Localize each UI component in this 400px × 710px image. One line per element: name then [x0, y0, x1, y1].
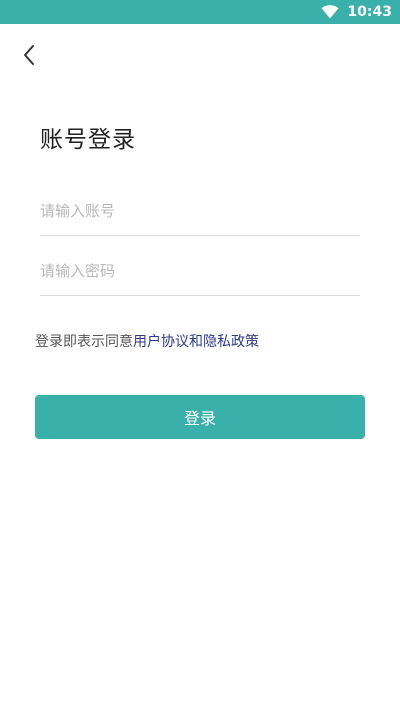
password-input[interactable]	[40, 246, 360, 295]
account-field	[40, 186, 360, 236]
status-right: 10:43	[321, 0, 392, 24]
status-time: 10:43	[347, 4, 392, 20]
login-button[interactable]: 登录	[35, 395, 365, 439]
chevron-left-icon	[24, 45, 34, 65]
account-input[interactable]	[40, 186, 360, 235]
wifi-icon	[321, 5, 339, 19]
agreement-text: 登录即表示同意用户协议和隐私政策	[35, 331, 259, 351]
status-bar: 10:43	[0, 0, 400, 24]
agreement-link[interactable]: 用户协议和隐私政策	[133, 334, 259, 350]
back-button[interactable]	[14, 40, 44, 70]
password-field	[40, 246, 360, 296]
agreement-prefix: 登录即表示同意	[35, 334, 133, 350]
page-title: 账号登录	[40, 127, 136, 153]
